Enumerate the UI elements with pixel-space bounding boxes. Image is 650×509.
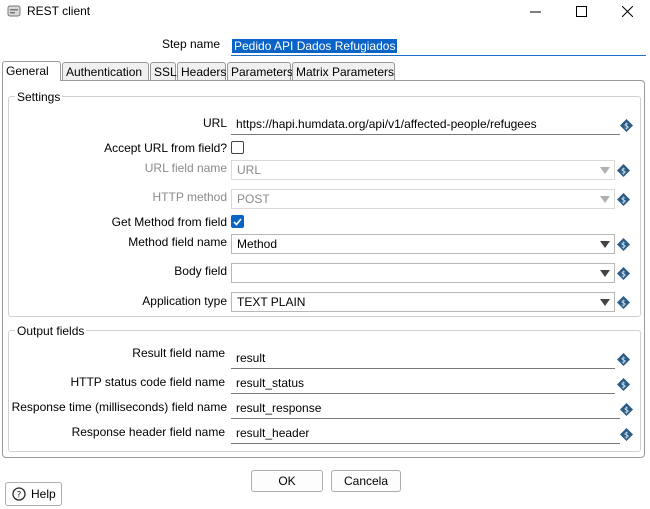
svg-text:?: ? [17, 491, 22, 501]
tab-label: Matrix Parameters [296, 65, 395, 79]
svg-text:$: $ [621, 356, 626, 365]
result-field-name-value: result [236, 351, 266, 365]
svg-text:$: $ [621, 241, 626, 250]
settings-group-title: Settings [15, 90, 63, 104]
svg-text:$: $ [621, 196, 626, 205]
help-icon: ? [12, 487, 26, 501]
variable-icon[interactable]: $ [620, 119, 633, 132]
response-header-value: result_header [236, 426, 310, 440]
body-field-label: Body field [174, 264, 227, 278]
variable-icon[interactable]: $ [617, 296, 630, 309]
accept-url-checkbox[interactable] [231, 141, 244, 154]
method-field-name-select[interactable]: Method [231, 234, 615, 254]
chevron-down-icon [600, 167, 610, 174]
response-time-value: result_response [236, 401, 322, 415]
svg-text:$: $ [621, 270, 626, 279]
response-time-label: Response time (milliseconds) field name [11, 400, 227, 414]
variable-icon[interactable]: $ [617, 164, 630, 177]
application-type-label: Application type [142, 294, 227, 308]
variable-icon[interactable]: $ [620, 403, 633, 416]
result-field-name-input[interactable]: result [231, 349, 615, 369]
variable-icon[interactable]: $ [617, 238, 630, 251]
url-field-name-label: URL field name [144, 161, 227, 175]
svg-text:$: $ [624, 431, 629, 440]
chevron-down-icon [600, 196, 610, 203]
response-header-label: Response header field name [71, 425, 225, 439]
help-button[interactable]: ? Help [5, 482, 62, 506]
tab-matrix-parameters[interactable]: Matrix Parameters [292, 62, 395, 81]
get-method-checkbox[interactable] [231, 215, 244, 228]
tab-label: Authentication [66, 65, 143, 79]
get-method-label: Get Method from field [111, 215, 227, 229]
chevron-down-icon [600, 241, 610, 248]
window-title: REST client [27, 4, 91, 18]
svg-text:$: $ [624, 406, 629, 415]
tab-general[interactable]: General [2, 61, 61, 81]
url-label: URL [202, 116, 227, 130]
checkmark-icon [233, 218, 242, 226]
tab-label: Parameters [231, 65, 294, 79]
svg-text:$: $ [624, 122, 629, 131]
http-status-input[interactable]: result_status [231, 374, 615, 394]
variable-icon[interactable]: $ [620, 428, 633, 441]
url-field-name-value: URL [237, 163, 262, 177]
body-field-select[interactable] [231, 263, 615, 283]
minimize-button[interactable] [512, 0, 558, 22]
title-bar: REST client [0, 0, 650, 22]
variable-icon[interactable]: $ [617, 353, 630, 366]
tab-label: SSL [154, 65, 177, 79]
tab-ssl[interactable]: SSL [150, 62, 177, 81]
tab-label: General [6, 64, 49, 78]
cancel-button[interactable]: Cancela [331, 470, 401, 492]
http-status-label: HTTP status code field name [70, 375, 225, 389]
svg-text:$: $ [621, 381, 626, 390]
app-icon [7, 5, 21, 17]
http-method-value: POST [237, 192, 270, 206]
step-name-value: Pedido API Dados Refugiados [232, 39, 398, 53]
application-type-select[interactable]: TEXT PLAIN [231, 292, 615, 312]
svg-text:$: $ [621, 299, 626, 308]
tab-headers[interactable]: Headers [177, 62, 226, 81]
variable-icon[interactable]: $ [617, 267, 630, 280]
minimize-icon [529, 11, 541, 12]
maximize-icon [575, 5, 587, 17]
response-time-input[interactable]: result_response [231, 399, 620, 419]
output-fields-group-title: Output fields [15, 324, 87, 338]
maximize-button[interactable] [558, 0, 604, 22]
method-field-name-label: Method field name [128, 235, 227, 249]
url-input[interactable]: https://hapi.humdata.org/api/v1/affected… [231, 115, 620, 135]
method-field-name-value: Method [237, 237, 278, 251]
http-status-value: result_status [236, 376, 305, 390]
url-field-name-select: URL [231, 160, 615, 180]
accept-url-label: Accept URL from field? [104, 141, 227, 155]
http-method-select: POST [231, 189, 615, 209]
variable-icon[interactable]: $ [617, 378, 630, 391]
ok-button[interactable]: OK [251, 470, 323, 492]
http-method-label: HTTP method [152, 190, 227, 204]
variable-icon[interactable]: $ [617, 193, 630, 206]
step-name-label: Step name [161, 37, 220, 51]
chevron-down-icon [600, 270, 610, 277]
close-icon [621, 5, 633, 17]
tab-authentication[interactable]: Authentication [62, 62, 149, 81]
tab-label: Headers [181, 65, 227, 79]
svg-text:$: $ [621, 167, 626, 176]
response-header-input[interactable]: result_header [231, 424, 620, 444]
url-value: https://hapi.humdata.org/api/v1/affected… [236, 117, 537, 131]
tab-parameters[interactable]: Parameters [227, 62, 294, 81]
chevron-down-icon [600, 299, 610, 306]
close-button[interactable] [604, 0, 650, 22]
help-label: Help [31, 487, 56, 501]
application-type-value: TEXT PLAIN [237, 295, 306, 309]
result-field-name-label: Result field name [132, 346, 225, 360]
